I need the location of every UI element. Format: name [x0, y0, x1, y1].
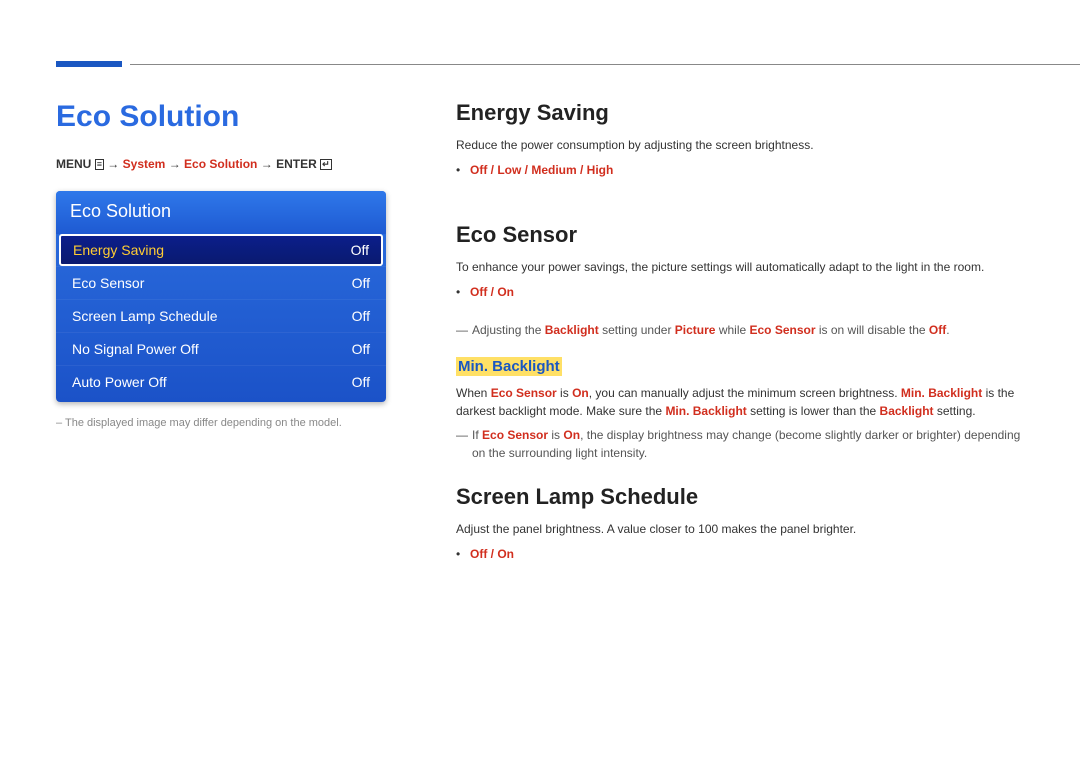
menu-row[interactable]: Eco Sensor Off: [56, 266, 386, 299]
menu-row-label: Auto Power Off: [72, 374, 167, 390]
eco-desc: To enhance your power savings, the pictu…: [456, 258, 1030, 276]
menu-row[interactable]: Screen Lamp Schedule Off: [56, 299, 386, 332]
menu-panel-header: Eco Solution: [56, 191, 386, 234]
breadcrumb-arrow: →: [261, 157, 273, 171]
menu-row[interactable]: Auto Power Off Off: [56, 365, 386, 398]
eco-note-2: If Eco Sensor is On, the display brightn…: [456, 426, 1030, 462]
page-title: Eco Solution: [56, 100, 386, 134]
energy-desc: Reduce the power consumption by adjustin…: [456, 136, 1030, 154]
menu-row[interactable]: Energy Saving Off: [59, 234, 383, 266]
lamp-options: Off / On: [470, 544, 1030, 566]
section-title-lamp: Screen Lamp Schedule: [456, 484, 1030, 510]
sub-heading-min-backlight: Min. Backlight: [456, 357, 562, 376]
menu-row-label: Energy Saving: [73, 242, 164, 258]
energy-options: Off / Low / Medium / High: [470, 160, 1030, 182]
enter-icon: [320, 159, 332, 170]
section-title-energy: Energy Saving: [456, 100, 1030, 126]
lamp-desc: Adjust the panel brightness. A value clo…: [456, 520, 1030, 538]
menu-row[interactable]: No Signal Power Off Off: [56, 332, 386, 365]
breadcrumb: MENU → System → Eco Solution → ENTER: [56, 156, 386, 173]
menu-row-label: Eco Sensor: [72, 275, 144, 291]
menu-row-value: Off: [351, 242, 369, 258]
header-accent: [56, 61, 122, 67]
breadcrumb-arrow: →: [169, 157, 181, 171]
breadcrumb-system: System: [123, 157, 166, 171]
min-backlight-desc: When Eco Sensor is On, you can manually …: [456, 384, 1030, 420]
breadcrumb-eco: Eco Solution: [184, 157, 257, 171]
menu-icon: [95, 159, 104, 170]
menu-row-value: Off: [352, 308, 370, 324]
breadcrumb-arrow: →: [107, 157, 119, 171]
eco-note-1: Adjusting the Backlight setting under Pi…: [456, 321, 1030, 339]
menu-panel: Eco Solution Energy Saving Off Eco Sensor O…: [56, 191, 386, 402]
breadcrumb-enter: ENTER: [276, 157, 317, 171]
menu-row-value: Off: [352, 341, 370, 357]
breadcrumb-menu: MENU: [56, 157, 91, 171]
section-title-eco: Eco Sensor: [456, 222, 1030, 248]
header-rule: [130, 64, 1080, 65]
menu-row-value: Off: [352, 374, 370, 390]
menu-row-label: Screen Lamp Schedule: [72, 308, 218, 324]
menu-row-label: No Signal Power Off: [72, 341, 199, 357]
panel-footnote: The displayed image may differ depending…: [56, 416, 386, 431]
menu-row-value: Off: [352, 275, 370, 291]
eco-options: Off / On: [470, 282, 1030, 304]
